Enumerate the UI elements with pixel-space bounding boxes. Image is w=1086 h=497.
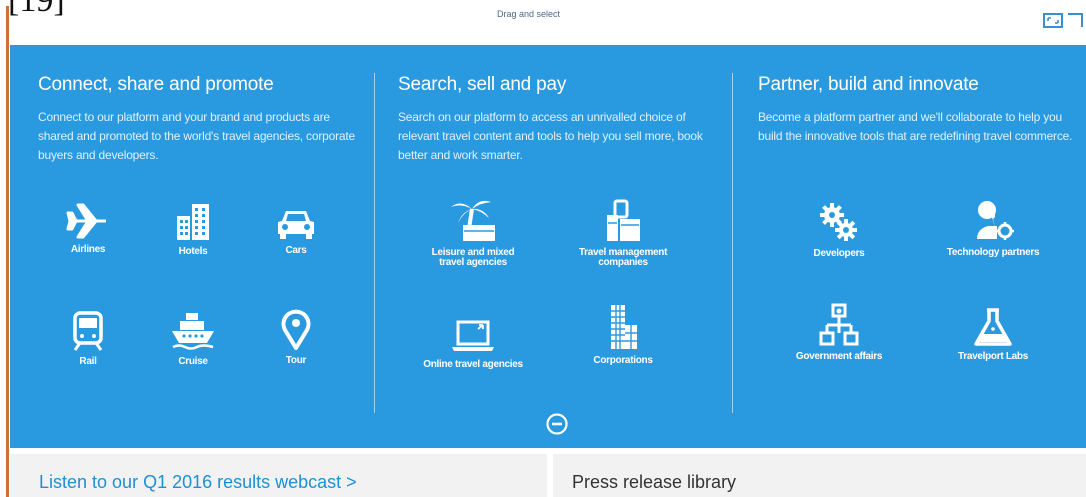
column-divider — [374, 73, 375, 413]
category-label: Government affairs — [795, 351, 883, 362]
luggage-icon — [607, 199, 640, 241]
category-leisure-agencies[interactable]: Leisure and mixed travel agencies — [418, 197, 528, 268]
fullscreen-icon[interactable] — [1042, 10, 1086, 30]
category-government-affairs[interactable]: Government affairs — [784, 303, 894, 362]
category-label: Leisure and mixed travel agencies — [431, 247, 515, 268]
category-label: Cruise — [178, 356, 208, 367]
drag-hint: Drag and select — [497, 9, 561, 19]
category-travel-management[interactable]: Travel management companies — [568, 197, 678, 268]
laptop-icon — [452, 320, 494, 351]
train-icon — [73, 311, 103, 351]
org-chart-icon — [819, 303, 859, 346]
category-cars[interactable]: Cars — [241, 205, 351, 256]
press-release-title[interactable]: Press release library — [572, 472, 736, 493]
column-divider — [732, 73, 733, 413]
column-title: Search, sell and pay — [398, 74, 567, 95]
reference-marker: [19] — [8, 0, 65, 19]
car-icon — [278, 211, 314, 239]
column-search: Search, sell and pay Search on our platf… — [398, 45, 738, 448]
platform-panel: Connect, share and promote Connect to ou… — [10, 45, 1086, 448]
category-label: Travel management companies — [578, 247, 668, 268]
category-label: Corporations — [593, 355, 653, 366]
category-developers[interactable]: Developers — [784, 200, 894, 259]
category-hotels[interactable]: Hotels — [138, 202, 248, 257]
category-label: Airlines — [70, 244, 106, 255]
category-label: Tour — [285, 355, 307, 366]
category-cruise[interactable]: Cruise — [138, 310, 248, 367]
gears-icon — [820, 203, 857, 241]
person-gear-icon — [977, 201, 1014, 240]
flask-icon — [974, 308, 1012, 346]
category-online-agencies[interactable]: Online travel agencies — [418, 317, 528, 370]
column-description: Search on our platform to access an unri… — [398, 110, 703, 162]
hotel-icon — [177, 204, 209, 240]
palm-tree-icon — [451, 200, 495, 241]
category-label: Hotels — [178, 246, 208, 257]
category-label: Developers — [813, 248, 865, 259]
category-technology-partners[interactable]: Technology partners — [938, 197, 1048, 258]
corner-overlay: [19] — [0, 0, 110, 48]
category-label: Rail — [79, 356, 97, 367]
map-pin-icon — [281, 309, 311, 350]
webcast-card: Listen to our Q1 2016 results webcast > — [10, 454, 547, 497]
category-label: Travelport Labs — [958, 351, 1028, 362]
left-accent-rule — [6, 6, 9, 497]
webcast-link[interactable]: Listen to our Q1 2016 results webcast > — [39, 472, 357, 493]
collapse-button[interactable] — [545, 412, 569, 436]
column-description: Connect to our platform and your brand a… — [38, 110, 355, 162]
column-title: Partner, build and innovate — [758, 74, 979, 95]
office-building-icon — [611, 305, 637, 349]
category-travelport-labs[interactable]: Travelport Labs — [938, 307, 1048, 362]
airplane-icon — [66, 203, 106, 239]
category-label: Cars — [285, 245, 307, 256]
column-connect: Connect, share and promote Connect to ou… — [38, 45, 378, 448]
press-release-card: Press release library — [553, 454, 1086, 497]
category-tour[interactable]: Tour — [241, 307, 351, 366]
category-label: Technology partners — [946, 247, 1040, 258]
column-title: Connect, share and promote — [38, 74, 274, 95]
ship-icon — [172, 313, 214, 350]
column-partner: Partner, build and innovate Become a pla… — [758, 45, 1078, 448]
category-label: Online travel agencies — [423, 359, 523, 370]
category-corporations[interactable]: Corporations — [568, 303, 678, 366]
category-rail[interactable]: Rail — [33, 310, 143, 367]
column-description: Become a platform partner and we'll coll… — [758, 110, 1073, 143]
category-airlines[interactable]: Airlines — [33, 202, 143, 255]
